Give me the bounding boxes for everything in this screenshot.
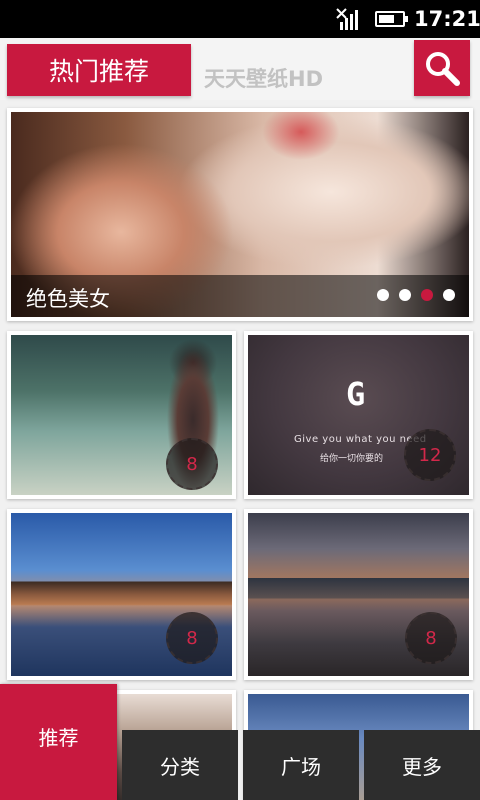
tab-more[interactable]: 更多 <box>364 730 480 800</box>
header: 热门推荐 天天壁纸HD <box>0 38 480 100</box>
brand-logo: G <box>346 375 366 413</box>
wallpaper-tile[interactable]: G Give you what you need 给你一切你要的 12 <box>244 331 473 499</box>
search-icon <box>426 52 460 86</box>
wallpaper-thumbnail[interactable]: 8 <box>11 513 232 676</box>
carousel-indicator <box>377 289 455 301</box>
banner-image[interactable]: 绝色美女 <box>11 112 469 317</box>
count-badge: 8 <box>166 612 218 664</box>
search-button[interactable] <box>414 40 470 96</box>
app-name: 天天壁纸HD <box>204 67 324 91</box>
carousel-dot[interactable] <box>443 289 455 301</box>
status-bar: 17:21 <box>0 0 480 38</box>
banner-caption: 绝色美女 <box>26 287 110 311</box>
battery-icon <box>375 11 408 27</box>
signal-no-service-icon <box>336 8 358 30</box>
banner-caption-bar: 绝色美女 <box>11 275 469 317</box>
wallpaper-thumbnail[interactable]: G Give you what you need 给你一切你要的 12 <box>248 335 469 495</box>
carousel-dot[interactable] <box>421 289 433 301</box>
wallpaper-thumbnail[interactable]: 8 <box>248 513 469 676</box>
count-badge: 12 <box>404 429 456 481</box>
status-time: 17:21 <box>414 7 480 31</box>
wallpaper-tile[interactable]: 8 <box>7 509 236 680</box>
wallpaper-thumbnail[interactable]: 8 <box>11 335 232 495</box>
tab-category[interactable]: 分类 <box>122 730 238 800</box>
count-badge: 8 <box>166 438 218 490</box>
wallpaper-tile[interactable]: 8 <box>7 331 236 499</box>
tab-plaza[interactable]: 广场 <box>243 730 359 800</box>
bottom-tab-bar: 分类 广场 更多 推荐 <box>0 684 480 800</box>
count-badge: 8 <box>405 612 457 664</box>
tab-recommend[interactable]: 推荐 <box>0 684 117 800</box>
tagline-cn: 给你一切你要的 <box>320 454 384 464</box>
page-title: 热门推荐 <box>7 44 191 96</box>
wallpaper-tile[interactable]: 8 <box>244 509 473 680</box>
carousel-dot[interactable] <box>399 289 411 301</box>
carousel-dot[interactable] <box>377 289 389 301</box>
featured-banner[interactable]: 绝色美女 <box>7 108 473 321</box>
